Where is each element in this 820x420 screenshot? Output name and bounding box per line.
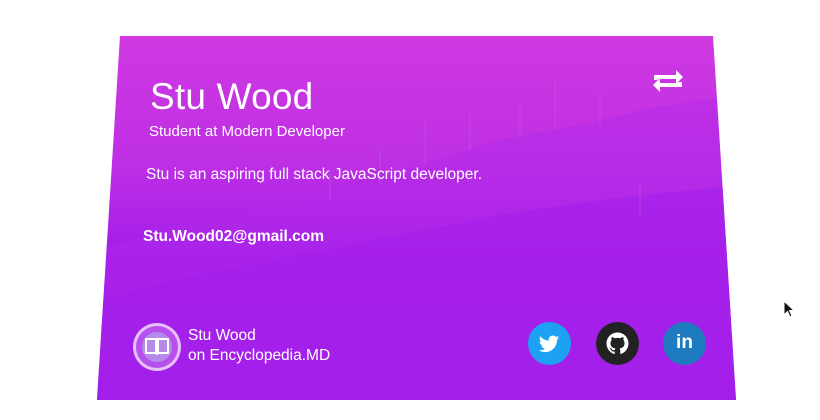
repeat-icon xyxy=(653,70,683,92)
footer-name: Stu Wood xyxy=(188,327,256,344)
twitter-icon xyxy=(538,335,560,353)
mouse-cursor-icon xyxy=(783,300,796,318)
linkedin-icon: in xyxy=(676,332,693,353)
footer-site[interactable]: on Encyclopedia.MD xyxy=(188,346,330,365)
profile-role: Student at Modern Developer xyxy=(149,123,345,140)
flip-card-button[interactable] xyxy=(648,66,688,96)
profile-email[interactable]: Stu.Wood02@gmail.com xyxy=(143,228,324,246)
github-icon xyxy=(606,332,629,354)
stage: Stu Wood Student at Modern Developer Stu… xyxy=(0,0,820,420)
book-icon xyxy=(145,338,169,355)
twitter-button[interactable] xyxy=(528,322,571,365)
github-button[interactable] xyxy=(596,322,639,365)
profile-name: Stu Wood xyxy=(150,76,314,117)
linkedin-button[interactable]: in xyxy=(663,322,706,365)
encyclopedia-badge[interactable] xyxy=(133,323,181,371)
profile-bio: Stu is an aspiring full stack JavaScript… xyxy=(146,166,483,183)
